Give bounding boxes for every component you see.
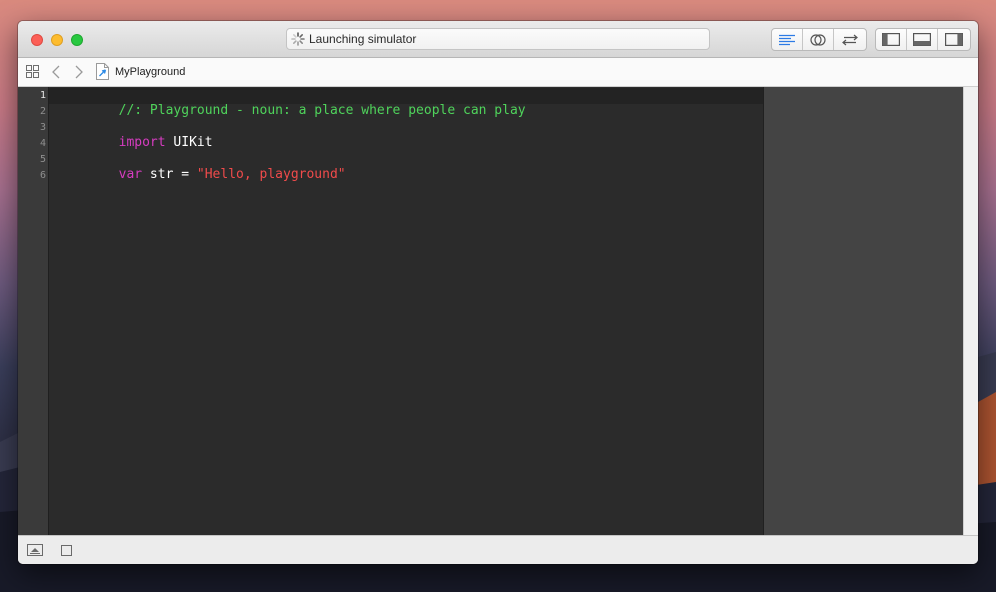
zoom-window-button[interactable] xyxy=(71,34,83,46)
minimize-window-button[interactable] xyxy=(51,34,63,46)
utilities-toggle-icon xyxy=(944,33,963,46)
line-number: 4 xyxy=(39,138,46,149)
activity-status-text: Launching simulator xyxy=(309,32,417,46)
close-window-button[interactable] xyxy=(31,34,43,46)
vertical-scrollbar[interactable] xyxy=(963,87,978,535)
standard-editor-icon xyxy=(779,34,795,45)
forward-chevron-icon[interactable] xyxy=(74,65,84,79)
editor-mode-control xyxy=(771,28,867,51)
code-line[interactable]: var str = "Hello, playground" xyxy=(56,152,346,197)
keyword-token: var xyxy=(118,167,143,182)
debug-area-toggle-icon xyxy=(913,33,931,46)
code-area[interactable]: //: Playground - noun: a place where peo… xyxy=(49,87,763,535)
show-debug-area-icon[interactable] xyxy=(27,544,43,556)
jump-bar: MyPlayground xyxy=(18,58,978,87)
standard-editor-button[interactable] xyxy=(772,29,803,50)
identifier-token: UIKit xyxy=(165,135,213,150)
jumpbar-file-name[interactable]: MyPlayground xyxy=(115,66,185,78)
assistant-editor-icon xyxy=(810,33,826,46)
line-number: 5 xyxy=(39,154,46,165)
toggle-utilities-button[interactable] xyxy=(938,29,969,50)
progress-spinner-icon xyxy=(291,32,305,46)
keyword-token: import xyxy=(118,135,166,150)
line-number: 3 xyxy=(39,122,46,133)
results-sidebar xyxy=(763,87,963,535)
version-editor-button[interactable] xyxy=(834,29,865,50)
line-number: 2 xyxy=(39,106,46,117)
toggle-navigator-button[interactable] xyxy=(876,29,907,50)
source-editor[interactable]: 1 2 3 4 5 6 //: Playground - noun: a pla… xyxy=(18,87,978,535)
line-number-gutter: 1 2 3 4 5 6 xyxy=(18,87,49,535)
version-editor-icon xyxy=(841,34,858,45)
back-chevron-icon[interactable] xyxy=(51,65,61,79)
navigator-toggle-icon xyxy=(882,33,900,46)
view-toggles-control xyxy=(875,28,971,51)
line-number: 1 xyxy=(39,90,46,101)
comment-token: //: Playground - noun: a place where peo… xyxy=(118,103,526,118)
xcode-playground-window: Launching simulator MyPlayground 1 2 3 4… xyxy=(18,21,978,564)
identifier-token: str = xyxy=(142,167,197,182)
related-items-grid-icon[interactable] xyxy=(26,65,39,78)
string-literal-token: "Hello, playground" xyxy=(196,167,346,182)
title-bar: Launching simulator xyxy=(18,21,978,58)
stop-icon[interactable] xyxy=(61,545,72,556)
bottom-toolbar xyxy=(18,535,978,564)
assistant-editor-button[interactable] xyxy=(803,29,834,50)
playground-file-icon xyxy=(96,63,109,80)
line-number: 6 xyxy=(39,170,46,181)
toggle-debug-area-button[interactable] xyxy=(907,29,938,50)
activity-viewer: Launching simulator xyxy=(286,28,710,50)
